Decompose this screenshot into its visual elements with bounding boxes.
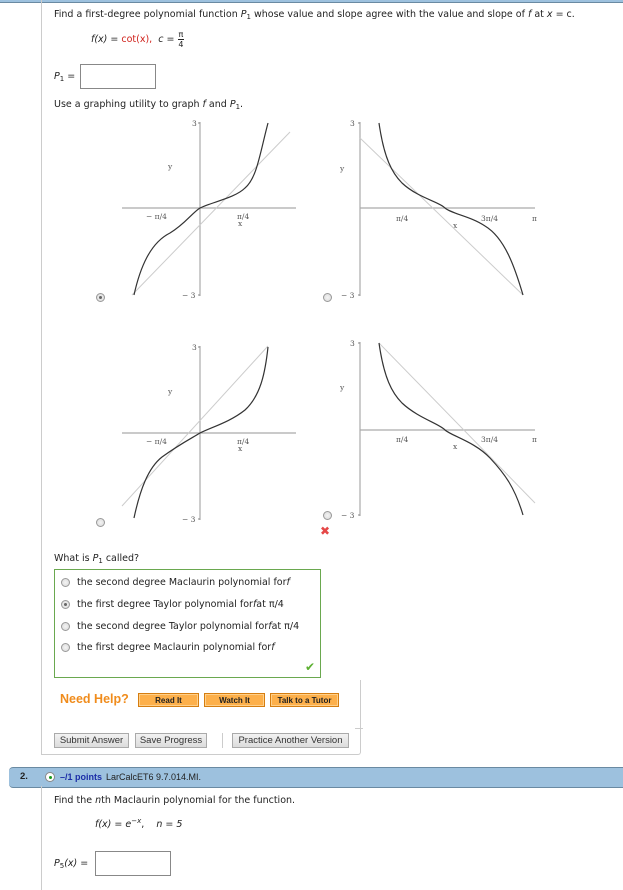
p1-line — [378, 342, 536, 504]
mc-option-4[interactable]: the first degree Maclaurin polynomial fo… — [61, 640, 275, 654]
mc-option-3-radio[interactable] — [61, 621, 70, 631]
question2-function: f(x) = e−x, n = 5 — [95, 817, 183, 830]
pi-tick: π — [532, 435, 537, 444]
question1-function: f(x) = cot(x), c = π4 — [91, 30, 185, 49]
question1-header-bar — [0, 0, 623, 3]
neg-pi4-tick: − π/4 — [146, 437, 167, 446]
wrong-x-icon: ✖ — [320, 524, 331, 538]
mc-option-2-radio[interactable] — [61, 599, 70, 609]
x-axis-label: x — [453, 442, 458, 451]
y-bottom-label: − 3 — [182, 515, 196, 524]
mc-option-3[interactable]: the second degree Taylor polynomial for … — [61, 619, 299, 633]
pi4-tick: π/4 — [396, 435, 408, 444]
f-curve — [378, 122, 524, 296]
f-curve — [133, 122, 269, 296]
pi4-tick: π/4 — [237, 212, 249, 221]
y-bottom-label: − 3 — [341, 511, 355, 520]
y-top-label: 3 — [350, 339, 355, 348]
y-axis-label: y — [167, 387, 173, 396]
graph-option-3: 3 − 3 y x − π/4 π/4 — [121, 343, 296, 524]
mc-option-2[interactable]: the first degree Taylor polynomial for f… — [61, 597, 284, 611]
y-top-label: 3 — [192, 119, 197, 128]
submit-answer-button[interactable]: Submit Answer — [54, 733, 129, 748]
action-separator — [222, 733, 223, 748]
y-bottom-label: − 3 — [341, 291, 355, 300]
question2-number: 2. — [20, 771, 28, 782]
question2-left-border — [41, 786, 42, 890]
three-pi4-tick: 3π/4 — [481, 214, 498, 223]
f-curve — [378, 342, 524, 516]
y-top-label: 3 — [192, 343, 197, 352]
p1-line — [121, 345, 269, 507]
pi4-tick: π/4 — [396, 214, 408, 223]
y-bottom-label: − 3 — [182, 291, 196, 300]
y-axis-label: y — [340, 164, 345, 173]
save-progress-button[interactable]: Save Progress — [135, 733, 207, 748]
y-axis-label: y — [340, 383, 345, 392]
question2-points: –/1 points — [60, 772, 103, 782]
graph-option-4: 3 − 3 y x π/4 3π/4 π — [340, 339, 537, 520]
correct-check-icon: ✔ — [304, 660, 315, 674]
p1-line — [359, 137, 524, 296]
mc-option-1-radio[interactable] — [61, 577, 70, 587]
pi-tick: π — [532, 214, 537, 223]
p5-answer-label: P5(x) = — [54, 858, 89, 870]
graph-option-2-radio[interactable] — [323, 293, 332, 302]
question1-prompt: Find a first-degree polynomial function … — [54, 9, 575, 21]
y-top-label: 3 — [350, 119, 355, 128]
graph-option-3-radio[interactable] — [96, 518, 105, 527]
c-fraction: π4 — [177, 30, 185, 49]
practice-another-version-button[interactable]: Practice Another Version — [232, 733, 349, 748]
question2-source: LarCalcET6 9.7.014.MI. — [106, 772, 202, 782]
question2-prompt: Find the nth Maclaurin polynomial for th… — [54, 795, 296, 806]
y-axis-label: y — [167, 162, 173, 171]
mc-options-box: the second degree Maclaurin polynomial f… — [54, 569, 321, 678]
question2-status-icon — [45, 772, 55, 782]
neg-pi4-tick: − π/4 — [146, 212, 167, 221]
p1-answer-label: P1 = — [54, 71, 76, 83]
p1-answer-input[interactable] — [80, 64, 156, 89]
pi4-tick: π/4 — [237, 437, 249, 446]
mc-option-1[interactable]: the second degree Maclaurin polynomial f… — [61, 575, 290, 589]
graph-option-2: 3 − 3 y x π/4 3π/4 π — [340, 119, 537, 300]
three-pi4-tick: 3π/4 — [481, 435, 498, 444]
graph-option-4-radio[interactable] — [323, 511, 332, 520]
graph-prompt: Use a graphing utility to graph f and P1… — [54, 99, 244, 111]
mc-option-4-radio[interactable] — [61, 642, 70, 652]
action-panel-edge — [355, 728, 363, 729]
question1-left-border — [41, 0, 42, 755]
graph-option-1-radio[interactable] — [96, 293, 105, 302]
graph-option-1: 3 − 3 y x − π/4 π/4 — [122, 119, 296, 300]
mc-prompt: What is P1 called? — [54, 553, 140, 565]
p5-answer-input[interactable] — [95, 851, 171, 876]
